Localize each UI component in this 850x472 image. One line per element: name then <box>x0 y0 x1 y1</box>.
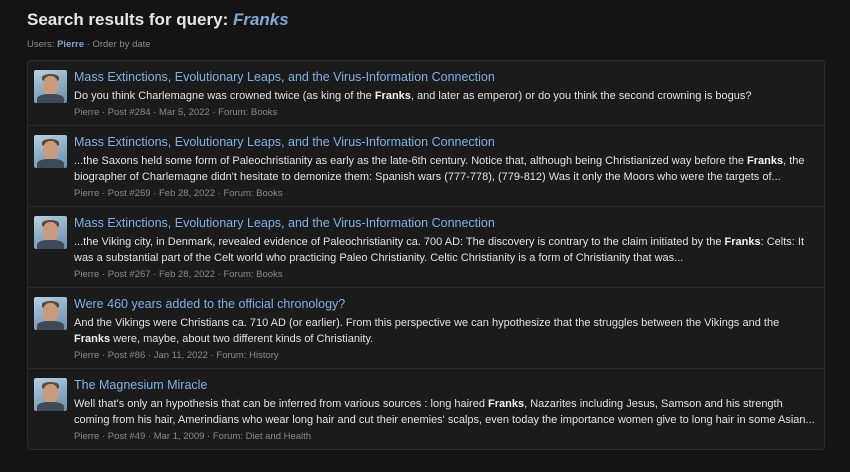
avatar-body <box>37 402 64 411</box>
result-meta: Pierre · Post #284 · Mar 5, 2022 · Forum… <box>74 107 278 118</box>
avatar[interactable] <box>34 135 67 168</box>
excerpt-text: Well that's only an hypothesis that can … <box>74 398 489 410</box>
result-excerpt: ...the Viking city, in Denmark, revealed… <box>74 234 816 266</box>
avatar-face <box>43 384 58 403</box>
user-link[interactable]: Pierre <box>57 39 84 50</box>
result-item: The Magnesium Miracle Well that's only an… <box>28 368 824 449</box>
avatar[interactable] <box>34 70 67 103</box>
result-meta: Pierre · Post #49 · Mar 1, 2009 · Forum:… <box>74 431 312 442</box>
highlighted-term: Franks <box>724 236 761 248</box>
avatar-face <box>43 76 58 95</box>
result-title-link[interactable]: Mass Extinctions, Evolutionary Leaps, an… <box>74 70 816 85</box>
avatar-face <box>43 222 58 241</box>
search-meta: Users: Pierre · Order by date <box>27 39 823 53</box>
result-meta: Pierre · Post #267 · Feb 28, 2022 · Foru… <box>74 269 283 280</box>
result-content: The Magnesium Miracle Well that's only an… <box>74 377 816 443</box>
result-content: Were 460 years added to the official chr… <box>74 296 816 362</box>
excerpt-text: ...the Viking city, in Denmark, revealed… <box>74 236 725 248</box>
excerpt-text: were, maybe, about two different kinds o… <box>110 333 374 345</box>
result-excerpt: And the Vikings were Christians ca. 710 … <box>74 315 816 347</box>
result-excerpt: ...the Saxons held some form of Paleochr… <box>74 153 816 185</box>
highlighted-term: Franks <box>488 398 525 410</box>
excerpt-text: And the Vikings were Christians ca. 710 … <box>74 317 780 329</box>
result-title-link[interactable]: The Magnesium Miracle <box>74 378 816 393</box>
avatar-body <box>37 240 64 249</box>
excerpt-text: , and later as emperor) or do you think … <box>410 90 752 102</box>
avatar-body <box>37 159 64 168</box>
results-list: Mass Extinctions, Evolutionary Leaps, an… <box>27 60 825 450</box>
result-meta: Pierre · Post #269 · Feb 28, 2022 · Foru… <box>74 188 283 199</box>
search-results-page: Search results for query: Franks Users: … <box>0 0 850 450</box>
search-query: Franks <box>232 10 289 29</box>
result-meta: Pierre · Post #86 · Jan 11, 2022 · Forum… <box>74 350 279 361</box>
result-item: Were 460 years added to the official chr… <box>28 287 824 368</box>
result-item: Mass Extinctions, Evolutionary Leaps, an… <box>28 125 824 206</box>
avatar[interactable] <box>34 297 67 330</box>
result-excerpt: Do you think Charlemagne was crowned twi… <box>74 88 816 104</box>
result-item: Mass Extinctions, Evolutionary Leaps, an… <box>28 61 824 125</box>
result-title-link[interactable]: Mass Extinctions, Evolutionary Leaps, an… <box>74 135 816 150</box>
result-item: Mass Extinctions, Evolutionary Leaps, an… <box>28 206 824 287</box>
avatar[interactable] <box>34 216 67 249</box>
avatar-body <box>37 321 64 330</box>
excerpt-text: ...the Saxons held some form of Paleochr… <box>74 155 747 167</box>
result-title-link[interactable]: Were 460 years added to the official chr… <box>74 297 816 312</box>
result-content: Mass Extinctions, Evolutionary Leaps, an… <box>74 215 816 281</box>
order-by-label: · Order by date <box>84 39 151 50</box>
avatar-face <box>43 303 58 322</box>
result-content: Mass Extinctions, Evolutionary Leaps, an… <box>74 69 816 119</box>
avatar-body <box>37 94 64 103</box>
avatar[interactable] <box>34 378 67 411</box>
excerpt-text: Do you think Charlemagne was crowned twi… <box>74 90 375 102</box>
title-prefix: Search results for query: <box>27 10 233 29</box>
page-title: Search results for query: Franks <box>27 9 823 33</box>
highlighted-term: Franks <box>374 90 411 102</box>
result-content: Mass Extinctions, Evolutionary Leaps, an… <box>74 134 816 200</box>
result-title-link[interactable]: Mass Extinctions, Evolutionary Leaps, an… <box>74 216 816 231</box>
result-excerpt: Well that's only an hypothesis that can … <box>74 396 816 428</box>
highlighted-term: Franks <box>74 333 111 345</box>
users-label: Users: <box>27 39 58 50</box>
avatar-face <box>43 141 58 160</box>
highlighted-term: Franks <box>747 155 784 167</box>
